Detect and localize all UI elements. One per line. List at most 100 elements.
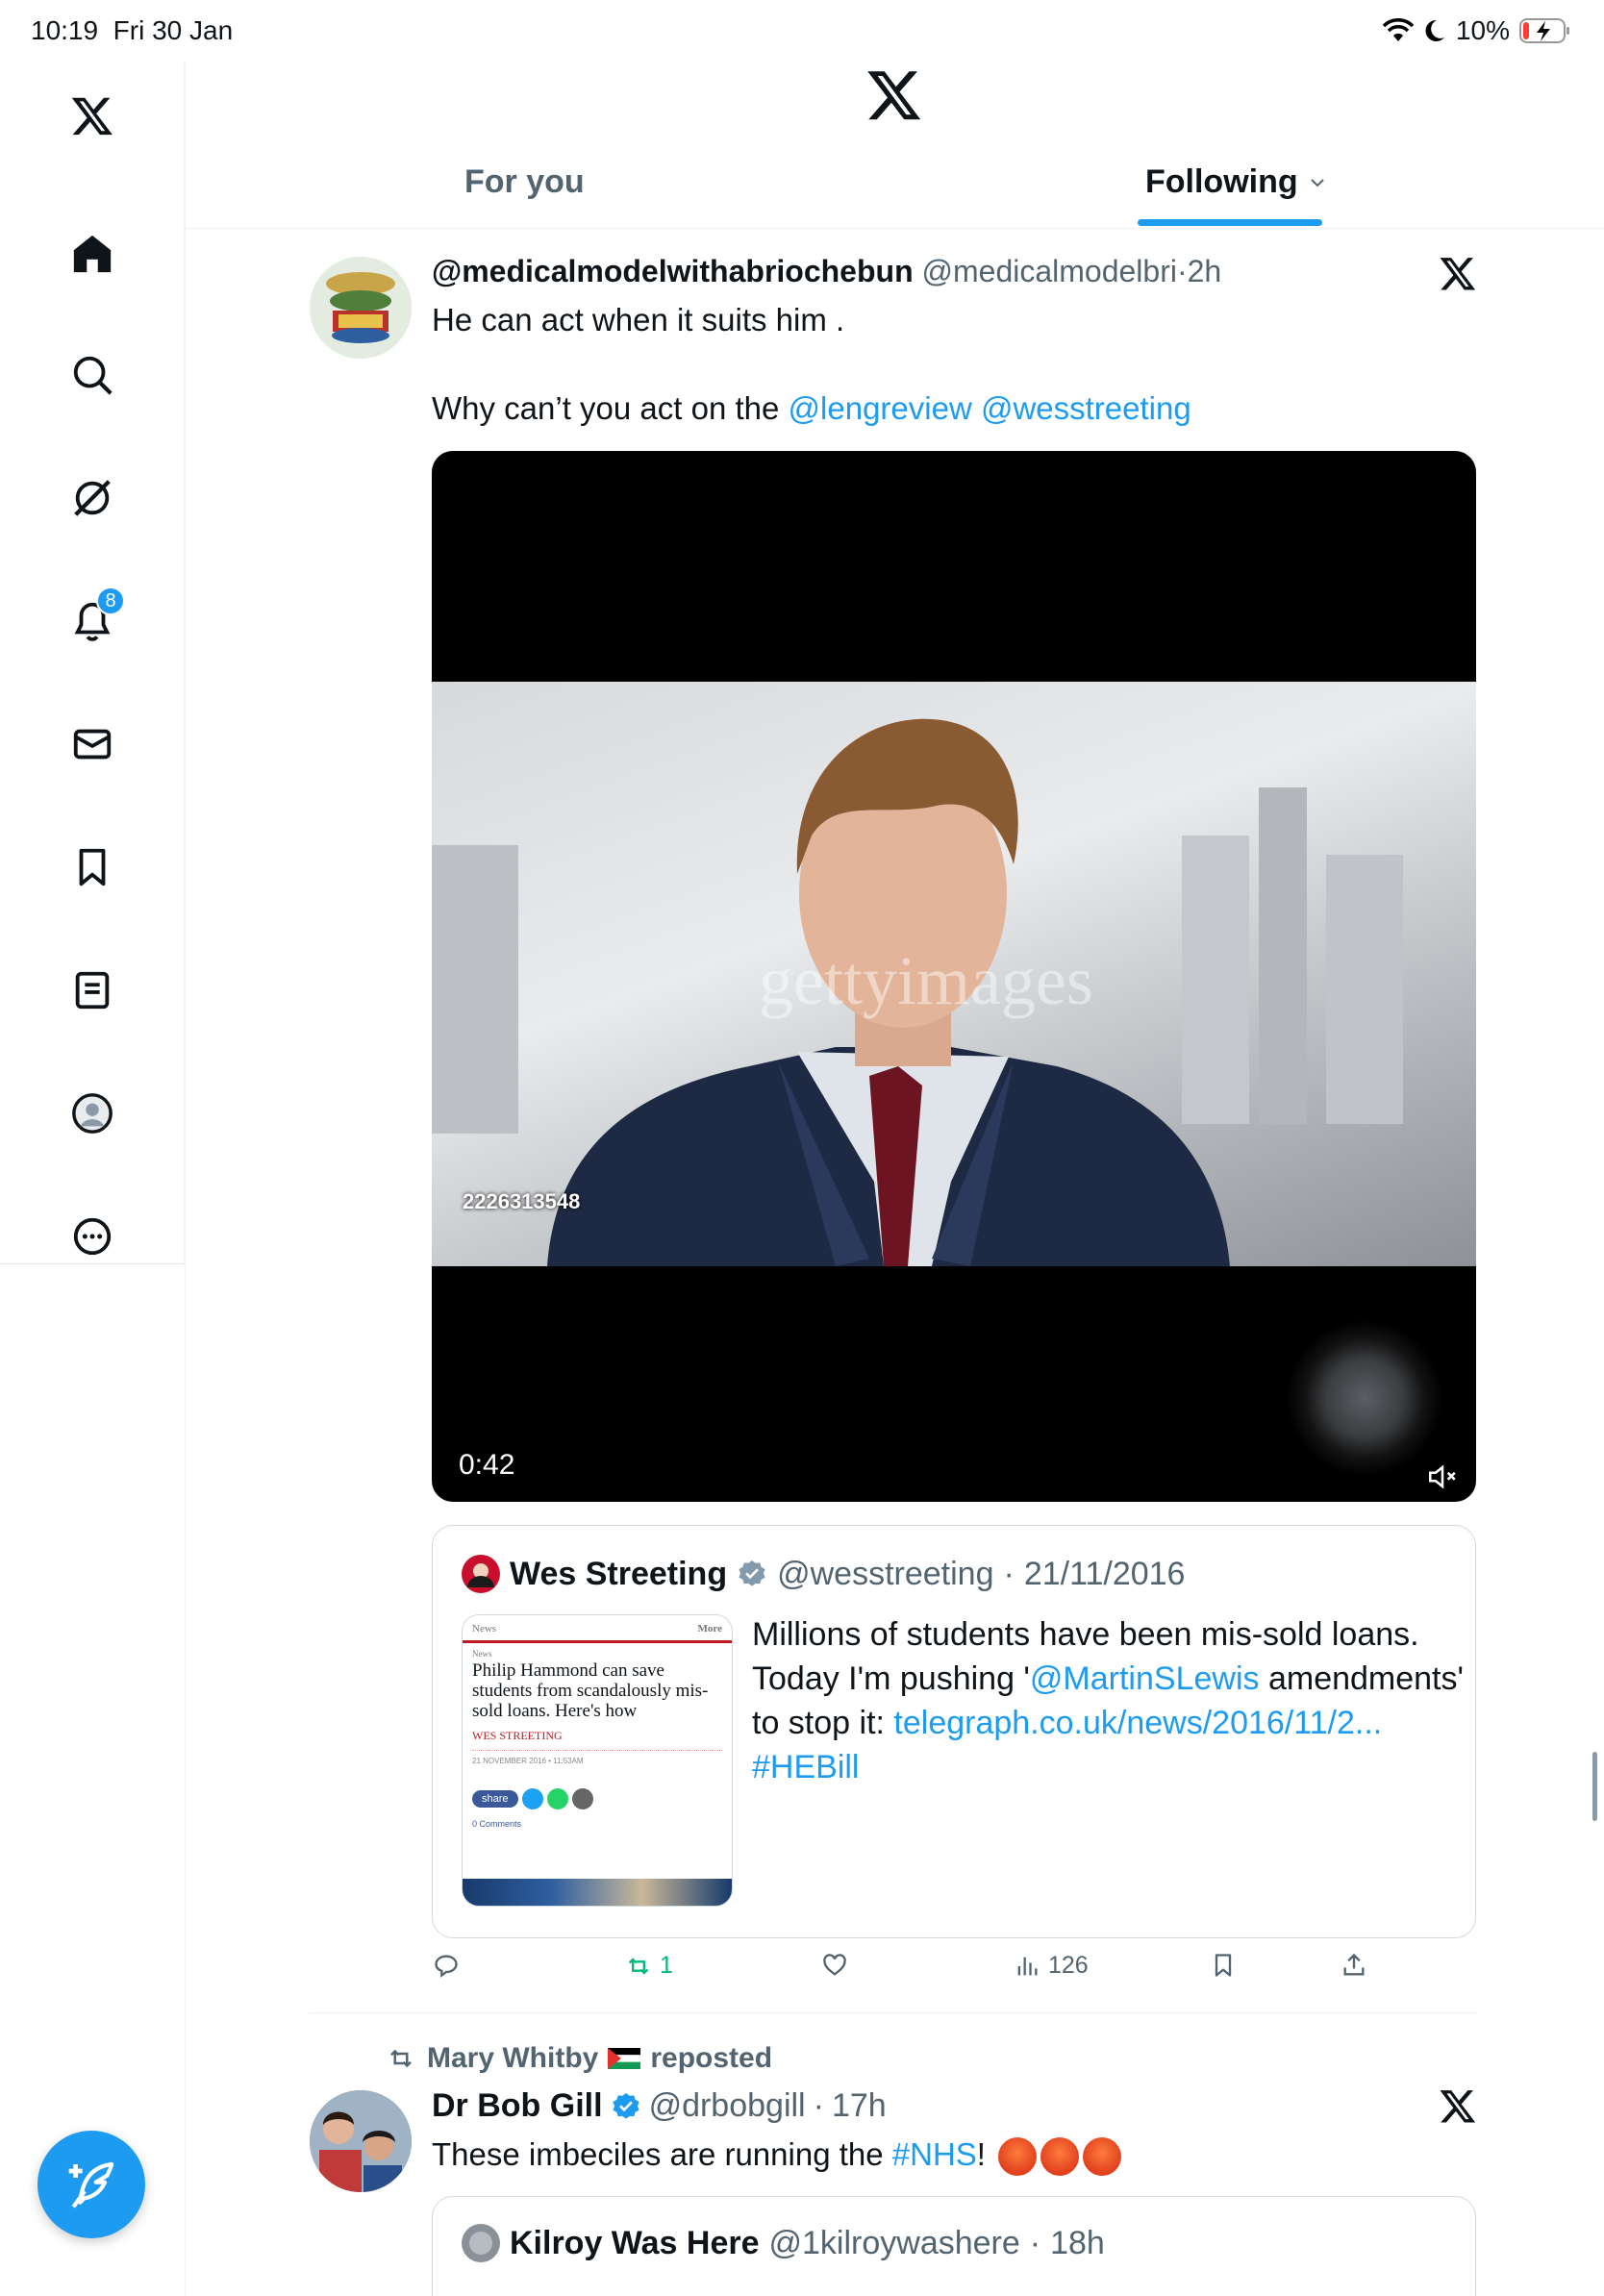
x-logo-icon[interactable] [1439, 2086, 1477, 2125]
quote-header: Kilroy Was Here @1kilroywashere · 18h [462, 2224, 1105, 2262]
reposted-label: reposted [650, 2042, 773, 2074]
wifi-icon [1382, 18, 1414, 41]
notifications-icon[interactable]: 8 [58, 586, 127, 656]
lists-icon[interactable] [58, 956, 127, 1025]
repost-button[interactable]: 1 [625, 1952, 673, 1980]
hashtag-link[interactable]: #NHS [892, 2136, 977, 2172]
link-preview-thumbnail[interactable]: News More News Philip Hammond can save s… [462, 1614, 733, 1907]
bookmarks-icon[interactable] [58, 833, 127, 902]
bookmark-icon [1215, 1954, 1232, 1977]
thumb-more: More [697, 1623, 722, 1635]
battery-percent: 10% [1455, 15, 1510, 45]
home-icon[interactable] [58, 219, 127, 288]
repost-icon [628, 1957, 649, 1975]
thumb-section: News [472, 1623, 497, 1635]
thumb-whatsapp-icon [546, 1788, 568, 1809]
tweet-text-line: Why can’t you act on the @lengreview @we… [432, 390, 1191, 426]
quote-header: Wes Streeting @wesstreeting · 21/11/2016 [462, 1555, 1185, 1593]
quote-author-handle: @wesstreeting [777, 1555, 994, 1592]
quote-avatar [462, 2224, 500, 2262]
tweet-text-line: He can act when it suits him . [432, 302, 845, 337]
thumb-twitter-icon [521, 1788, 543, 1809]
scrollbar[interactable] [1592, 1752, 1597, 1821]
tweet-author-handle[interactable]: @drbobgill [649, 2087, 806, 2125]
thumb-author: WES STREETING [472, 1729, 563, 1742]
tweet-author-name[interactable]: Dr Bob Gill [432, 2087, 603, 2125]
tweet-author-name[interactable]: @medicalmodelwithabriochebun [432, 254, 914, 288]
notification-badge: 8 [96, 586, 125, 615]
bookmark-button[interactable] [1210, 1952, 1237, 1979]
avatar[interactable] [310, 2090, 412, 2192]
quote-author-name: Kilroy Was Here [510, 2224, 760, 2261]
avatar-gmc-logo [310, 257, 412, 359]
tweet-author-handle[interactable]: @medicalmodelbri [922, 254, 1177, 288]
views-count: 126 [1048, 1952, 1089, 1979]
views-button[interactable]: 126 [1014, 1952, 1089, 1980]
tab-following[interactable]: Following [1145, 163, 1327, 201]
mention-link[interactable]: @wesstreeting [981, 390, 1191, 426]
reply-button[interactable] [433, 1952, 460, 1979]
more-icon[interactable] [58, 1202, 127, 1271]
tweet-text: These imbeciles are running the #NHS! [432, 2133, 1480, 2177]
tab-following-label: Following [1145, 163, 1298, 200]
views-icon [1017, 1957, 1038, 1975]
tweet-time[interactable]: 2h [1188, 254, 1222, 288]
tab-for-you[interactable]: For you [464, 163, 585, 201]
heart-icon [823, 1954, 846, 1976]
status-bar: 10:19 Fri 30 Jan 10% [0, 0, 1604, 62]
x-logo-icon[interactable] [58, 81, 127, 150]
video-control-dot[interactable] [1288, 1321, 1441, 1475]
avatar-photo [310, 2090, 412, 2192]
palestine-flag-icon [608, 2048, 641, 2069]
angry-face-emoji [998, 2137, 1038, 2177]
thumb-date: 21 NOVEMBER 2016 • 11:53AM [472, 1757, 584, 1765]
share-icon [1343, 1953, 1365, 1976]
hashtag-link[interactable]: #HEBill [752, 1749, 859, 1785]
status-right: 10% [1382, 15, 1571, 46]
video-image-id: 2226313548 [463, 1189, 581, 1213]
video-player[interactable]: gettyimages 2226313548 0:42 [432, 451, 1476, 1502]
quote-tweet[interactable]: Wes Streeting @wesstreeting · 21/11/2016 N… [432, 1525, 1476, 1938]
share-button[interactable] [1341, 1952, 1367, 1979]
video-duration: 0:42 [459, 1449, 515, 1481]
sidebar: 8 [0, 62, 185, 1263]
chevron-down-icon [1310, 178, 1324, 187]
mute-icon[interactable] [1426, 1460, 1459, 1493]
x-logo-icon[interactable] [1439, 254, 1477, 292]
repost-context[interactable]: Mary Whitby reposted [385, 2042, 772, 2075]
mention-link[interactable]: @lengreview [789, 390, 972, 426]
mention-link[interactable]: @MartinSLewis [1030, 1660, 1260, 1697]
thumb-breadcrumb: News [472, 1649, 492, 1659]
profile-icon[interactable] [58, 1079, 127, 1148]
repost-icon [390, 2049, 412, 2068]
like-button[interactable] [821, 1952, 848, 1979]
quote-avatar [462, 1555, 500, 1593]
messages-icon[interactable] [58, 710, 127, 779]
tweet-time[interactable]: 17h [832, 2087, 887, 2125]
feed-tabs: For you Following [186, 144, 1604, 229]
quote-date: 21/11/2016 [1023, 1555, 1186, 1592]
search-icon[interactable] [58, 340, 127, 410]
grok-icon[interactable] [58, 463, 127, 533]
angry-face-emoji [1083, 2137, 1122, 2177]
reposted-by-name: Mary Whitby [427, 2042, 599, 2074]
url-link[interactable]: telegraph.co.uk/news/2016/11/2... [893, 1705, 1382, 1741]
tweet-text: He can act when it suits him . Why can’t… [432, 298, 1480, 431]
thumb-photo-strip [463, 1879, 732, 1906]
tweet-actions: 1 126 [433, 1952, 1394, 1990]
avatar[interactable] [310, 257, 412, 359]
battery-charging-icon [1519, 18, 1569, 43]
compose-button[interactable] [38, 2131, 145, 2238]
tab-active-indicator [1138, 219, 1322, 226]
tweet-header: @medicalmodelwithabriochebun @medicalmod… [432, 254, 1222, 288]
quote-author-handle: @1kilroywashere [768, 2224, 1020, 2261]
repost-count: 1 [660, 1952, 673, 1979]
video-watermark: gettyimages [759, 942, 1093, 1019]
quote-tweet[interactable]: Kilroy Was Here @1kilroywashere · 18h [432, 2196, 1476, 2296]
sidebar-divider [0, 1263, 185, 1264]
x-logo-icon[interactable] [865, 65, 923, 123]
thumb-email-icon [571, 1788, 593, 1809]
column-divider [185, 62, 186, 2296]
status-time: 10:19 Fri 30 Jan [31, 15, 234, 45]
tweet-header: Dr Bob Gill @drbobgill · 17h [432, 2087, 887, 2125]
